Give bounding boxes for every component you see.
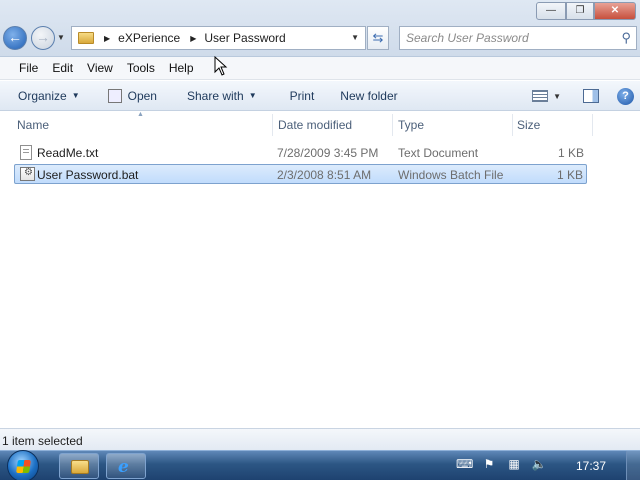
- breadcrumb-chevron-icon[interactable]: ▶: [104, 34, 110, 43]
- open-icon: [107, 88, 122, 103]
- help-icon[interactable]: ?: [617, 87, 634, 105]
- system-tray: ⌨ ⚑ ▦ 🔈: [456, 456, 547, 472]
- search-box[interactable]: ⚲: [399, 26, 637, 50]
- minimize-button[interactable]: —: [536, 2, 566, 20]
- breadcrumb-user-password[interactable]: User Password: [204, 31, 285, 45]
- views-dropdown-icon[interactable]: ▼: [553, 92, 561, 101]
- open-button[interactable]: Open: [89, 88, 166, 103]
- internet-explorer-icon: e: [118, 457, 129, 477]
- file-type: Text Document: [398, 146, 479, 160]
- column-divider[interactable]: [592, 114, 593, 136]
- menu-tools[interactable]: Tools: [120, 61, 162, 75]
- file-size: 1 KB: [557, 146, 584, 160]
- show-desktop-button[interactable]: [626, 451, 640, 480]
- breadcrumb-experience[interactable]: eXPerience: [118, 31, 180, 45]
- recent-pages-dropdown-icon[interactable]: ▼: [57, 33, 65, 42]
- taskbar: e ⌨ ⚑ ▦ 🔈 17:37: [0, 450, 640, 480]
- text-file-icon: [20, 145, 32, 160]
- file-date: 2/3/2008 8:51 AM: [277, 168, 372, 182]
- change-view-icon[interactable]: [532, 90, 549, 102]
- action-center-flag-icon[interactable]: ⚑: [481, 456, 497, 472]
- windows-logo-icon: [16, 460, 31, 473]
- file-row-readme[interactable]: ReadMe.txt 7/28/2009 3:45 PM Text Docume…: [14, 143, 587, 163]
- status-bar: 1 item selected: [0, 428, 640, 450]
- menu-help[interactable]: Help: [162, 61, 201, 75]
- preview-pane-icon[interactable]: [583, 89, 599, 103]
- window-controls: — ❐ ✕: [536, 2, 636, 20]
- volume-muted-icon[interactable]: 🔈: [531, 456, 547, 472]
- menu-edit[interactable]: Edit: [45, 61, 80, 75]
- organize-button[interactable]: Organize ▼: [0, 89, 89, 103]
- forward-button[interactable]: →: [31, 26, 55, 50]
- title-bar: — ❐ ✕ ← → ▼ ▶ eXPerience ▶ User Password…: [0, 0, 640, 57]
- taskbar-internet-explorer-button[interactable]: e: [106, 453, 146, 479]
- breadcrumb-chevron-icon[interactable]: ▶: [190, 34, 196, 43]
- clock[interactable]: 17:37: [576, 459, 606, 473]
- back-button[interactable]: ←: [3, 26, 27, 50]
- start-button[interactable]: [7, 450, 39, 480]
- column-type[interactable]: Type: [398, 118, 424, 132]
- file-size: 1 KB: [556, 168, 583, 182]
- open-label: Open: [127, 88, 157, 103]
- column-divider[interactable]: [392, 114, 393, 136]
- column-name[interactable]: Name: [17, 118, 49, 132]
- search-icon[interactable]: ⚲: [621, 30, 631, 46]
- address-bar[interactable]: ▶ eXPerience ▶ User Password ▼: [71, 26, 366, 50]
- chevron-down-icon: ▼: [248, 91, 257, 100]
- column-size[interactable]: Size: [517, 118, 540, 132]
- address-dropdown-icon[interactable]: ▼: [351, 33, 359, 42]
- file-type: Windows Batch File: [398, 168, 504, 182]
- chevron-down-icon: ▼: [71, 91, 80, 100]
- taskbar-explorer-button[interactable]: [59, 453, 99, 479]
- column-date-modified[interactable]: Date modified: [278, 118, 352, 132]
- close-button[interactable]: ✕: [594, 2, 636, 20]
- status-text: 1 item selected: [2, 434, 83, 448]
- windows-explorer-icon: [71, 460, 89, 474]
- batch-file-icon: [20, 167, 35, 181]
- share-with-label: Share with: [186, 88, 244, 103]
- column-divider[interactable]: [272, 114, 273, 136]
- folder-icon: [78, 32, 94, 44]
- network-icon[interactable]: ▦: [506, 456, 522, 472]
- new-folder-button[interactable]: New folder: [323, 89, 406, 103]
- column-header: ▲ Name Date modified Type Size: [0, 111, 640, 138]
- file-date: 7/28/2009 3:45 PM: [277, 146, 379, 160]
- print-button[interactable]: Print: [266, 89, 324, 103]
- file-name: ReadMe.txt: [37, 146, 99, 160]
- file-row-user-password[interactable]: User Password.bat 2/3/2008 8:51 AM Windo…: [14, 164, 587, 184]
- maximize-button[interactable]: ❐: [566, 2, 594, 20]
- sort-arrow-icon: ▲: [137, 111, 144, 118]
- keyboard-icon[interactable]: ⌨: [456, 456, 473, 472]
- organize-label: Organize: [18, 88, 67, 103]
- refresh-button[interactable]: ⇆: [367, 26, 389, 50]
- file-name: User Password.bat: [37, 168, 139, 182]
- menu-bar: File Edit View Tools Help: [0, 57, 640, 80]
- menu-view[interactable]: View: [80, 61, 120, 75]
- column-divider[interactable]: [512, 114, 513, 136]
- command-bar: Organize ▼ Open Share with ▼ Print New fol…: [0, 81, 640, 111]
- share-with-button[interactable]: Share with ▼: [166, 89, 266, 103]
- search-input[interactable]: [406, 31, 616, 45]
- menu-file[interactable]: File: [12, 61, 45, 75]
